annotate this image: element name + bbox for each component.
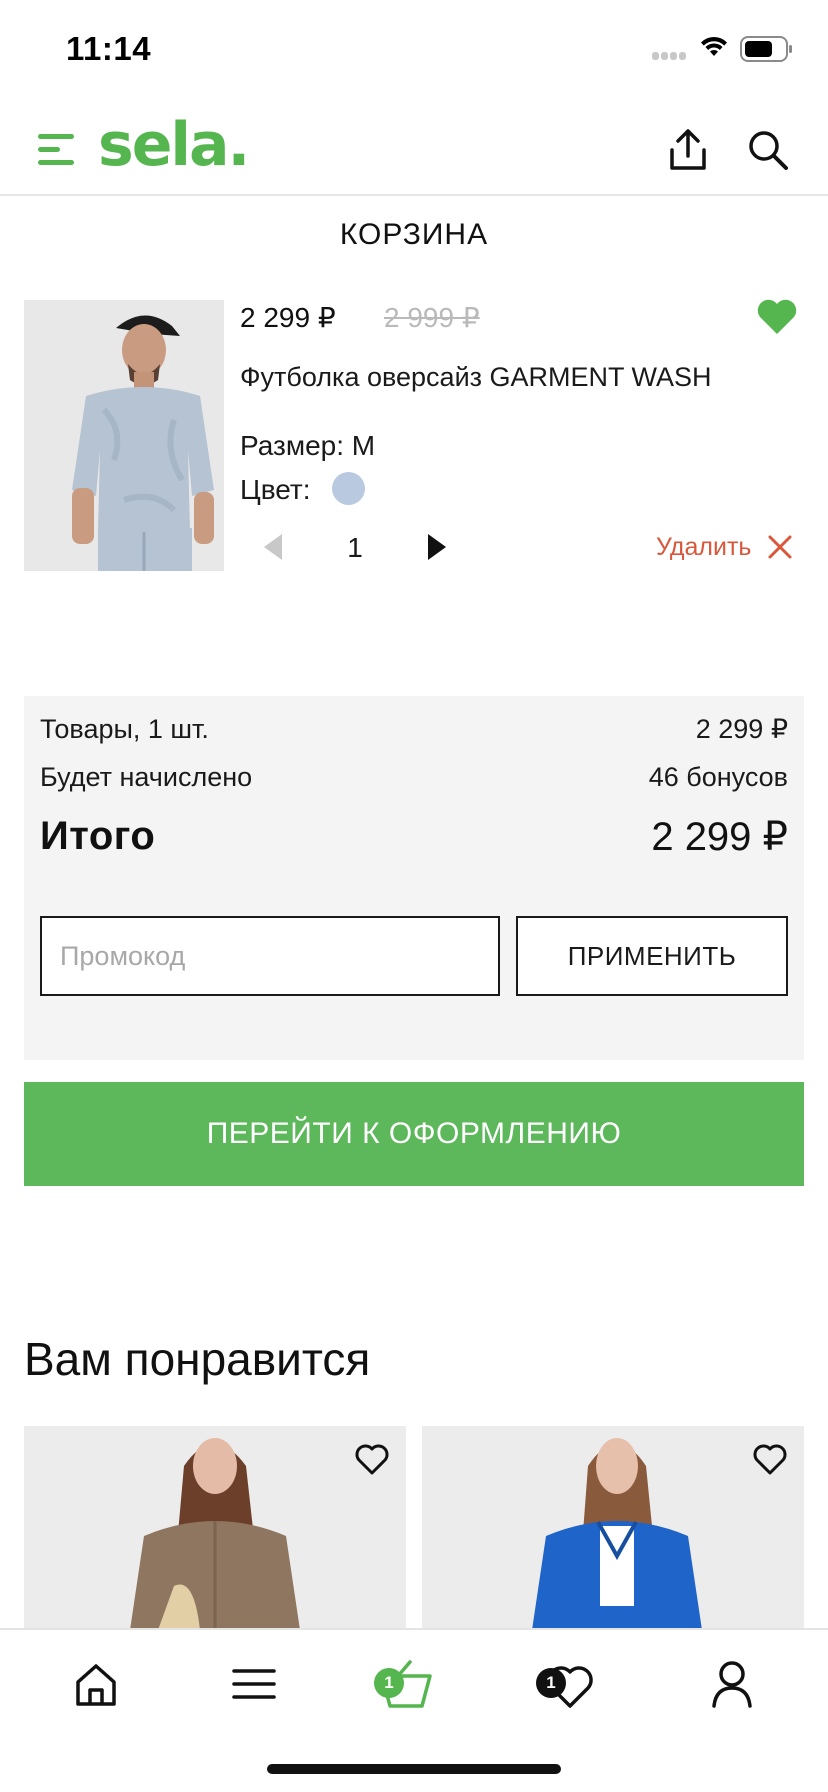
bonus-label: Будет начислено (40, 762, 253, 792)
remove-label: Удалить (656, 532, 752, 561)
cellular-signal-icon (652, 52, 688, 62)
apply-promo-button[interactable]: ПРИМЕНИТЬ (516, 916, 788, 996)
status-time: 11:14 (66, 30, 152, 67)
status-bar: 11:14 (0, 0, 828, 100)
remove-item-button[interactable]: Удалить (656, 530, 793, 564)
catalog-menu-icon[interactable] (224, 1654, 284, 1714)
color-swatch (332, 472, 365, 505)
menu-icon[interactable] (38, 130, 78, 170)
recommendation-card[interactable] (24, 1426, 406, 1630)
items-value: 2 299 ₽ (695, 714, 788, 744)
home-icon[interactable] (66, 1654, 126, 1714)
favorites-badge: 1 (536, 1668, 566, 1698)
total-row: Итого 2 299 ₽ (40, 814, 788, 860)
bonus-value: 46 бонусов (648, 762, 788, 792)
product-size: Размер: M (240, 430, 376, 461)
tab-cart[interactable]: 1 (374, 1654, 436, 1714)
favorite-heart-outline-icon[interactable] (752, 1444, 788, 1476)
product-name[interactable]: Футболка оверсайз GARMENT WASH (240, 362, 712, 393)
battery-icon (740, 36, 792, 62)
total-label: Итого (40, 814, 156, 858)
app-header: sela. (0, 100, 828, 196)
product-photo-model (24, 1426, 406, 1630)
page-title: КОРЗИНА (339, 218, 489, 251)
favorite-heart-icon[interactable] (756, 298, 798, 336)
promo-code-input[interactable] (40, 916, 500, 996)
items-label: Товары, 1 шт. (40, 714, 209, 744)
favorite-heart-outline-icon[interactable] (354, 1444, 390, 1476)
brand-logo[interactable]: sela. (98, 110, 250, 180)
recommendation-card[interactable] (422, 1426, 804, 1630)
cart-screen: 11:14 sela. КОРЗИНА 2 299 ₽ 2 999 ₽ Футб… (0, 0, 828, 1792)
home-indicator (267, 1764, 561, 1774)
order-summary: Товары, 1 шт. 2 299 ₽ Будет начислено 46… (24, 696, 804, 1060)
close-icon (768, 535, 792, 559)
search-icon[interactable] (746, 128, 790, 172)
item-price: 2 299 ₽ (240, 302, 336, 333)
wifi-icon (701, 36, 727, 56)
checkout-button[interactable]: ПЕРЕЙТИ К ОФОРМЛЕНИЮ (24, 1082, 804, 1186)
profile-icon[interactable] (702, 1654, 762, 1714)
item-old-price: 2 999 ₽ (384, 302, 480, 333)
bonus-row: Будет начислено 46 бонусов (40, 762, 788, 793)
product-photo-model (24, 300, 224, 571)
total-value: 2 299 ₽ (651, 815, 788, 859)
product-image[interactable] (24, 300, 224, 571)
decrease-quantity-icon[interactable] (260, 530, 286, 564)
product-photo-model (422, 1426, 804, 1630)
share-icon[interactable] (668, 128, 708, 172)
increase-quantity-icon[interactable] (424, 530, 450, 564)
tab-favorites[interactable]: 1 (536, 1654, 598, 1714)
items-row: Товары, 1 шт. 2 299 ₽ (40, 714, 788, 745)
product-color-label: Цвет: (240, 474, 311, 505)
cart-badge: 1 (374, 1668, 404, 1698)
recommendations-title: Вам понравится (24, 1333, 371, 1385)
quantity-value: 1 (347, 532, 363, 563)
